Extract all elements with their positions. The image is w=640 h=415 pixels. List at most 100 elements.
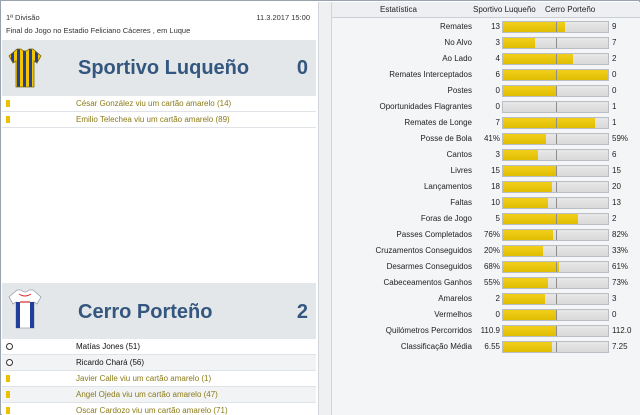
event-text: Ricardo Chará (56) [76,358,145,367]
event-text: Matías Jones (51) [76,342,141,351]
event-text: César González viu um cartão amarelo (14… [76,99,232,108]
match-description: Final do Jogo no Estadio Feliciano Cácer… [6,26,191,35]
stat-comparison-bar [502,229,609,241]
stat-bar-fill [503,86,556,96]
stat-row: Faltas 10 13 [332,195,640,211]
stat-label: Lançamentos [423,182,472,191]
stat-bar-midline [556,246,557,256]
stat-home-value: 0 [495,86,500,95]
stat-away-value: 3 [612,294,617,303]
stat-bar-fill [503,230,553,240]
stat-bar-midline [556,230,557,240]
stat-away-value: 73% [612,278,629,287]
stat-bar-fill [503,182,552,192]
stat-comparison-bar [502,117,609,129]
stat-comparison-bar [502,261,609,273]
away-team-header[interactable]: Cerro Porteño 2 [2,283,316,339]
stat-away-value: 33% [612,246,629,255]
stat-row: Vermelhos 0 0 [332,307,640,323]
stat-away-value: 2 [612,54,617,63]
stat-comparison-bar [502,293,609,305]
panel-splitter[interactable] [318,2,332,415]
stats-header-home[interactable]: Sportivo Luqueño [473,5,536,14]
stat-bar-midline [556,342,557,352]
yellow-card-icon [6,407,10,414]
stats-header-label: Estatística [380,5,417,14]
stat-bar-midline [556,70,557,80]
stat-label: Desarmes Conseguidos [386,262,472,271]
stat-bar-midline [556,310,557,320]
stat-bar-midline [556,134,557,144]
stat-row: Cabeceamentos Ganhos 55% 73% [332,275,640,291]
ball-icon [6,343,13,350]
stat-bar-fill [503,294,545,304]
stat-bar-midline [556,326,557,336]
match-date: 11.3.2017 15:00 [256,13,310,22]
stat-away-value: 13 [612,198,621,207]
yellow-card-icon [6,116,10,123]
ball-icon [6,359,13,366]
stat-away-value: 0 [612,310,617,319]
stat-label: Remates de Longe [404,118,472,127]
stat-comparison-bar [502,53,609,65]
stat-label: Postes [447,86,472,95]
stat-row: Remates de Longe 7 1 [332,115,640,131]
stat-row: Posse de Bola 41% 59% [332,131,640,147]
home-team-header[interactable]: Sportivo Luqueño 0 [2,40,316,96]
stat-bar-midline [556,22,557,32]
stat-home-value: 55% [483,278,500,287]
stat-away-value: 1 [612,102,617,111]
stat-home-value: 15 [491,166,500,175]
home-event-row: Emilio Telechea viu um cartão amarelo (8… [2,112,316,128]
stats-header: Estatística Sportivo Luqueño Cerro Porte… [332,2,640,18]
event-text: Oscar Cardozo viu um cartão amarelo (71) [76,406,228,415]
away-team-name[interactable]: Cerro Porteño [78,301,212,324]
stat-label: Remates Interceptados [389,70,472,79]
stat-home-value: 2 [495,294,500,303]
stats-header-away[interactable]: Cerro Porteño [545,5,595,14]
stat-bar-fill [503,54,573,64]
event-text: Javier Calle viu um cartão amarelo (1) [76,374,212,383]
stat-home-value: 13 [491,22,500,31]
stat-home-value: 76% [483,230,500,239]
stat-home-value: 0 [495,310,500,319]
match-report-window: 1ª Divisão 11.3.2017 15:00 Final do Jogo… [0,0,640,415]
stat-bar-midline [556,214,557,224]
stat-comparison-bar [502,133,609,145]
stat-bar-fill [503,246,543,256]
stat-row: Ao Lado 4 2 [332,51,640,67]
event-text: Angel Ojeda viu um cartão amarelo (47) [76,390,218,399]
stat-bar-midline [556,102,557,112]
stat-away-value: 82% [612,230,629,239]
stat-label: Cruzamentos Conseguidos [375,246,473,255]
home-shirt-icon [8,48,42,88]
stat-bar-midline [556,38,557,48]
stat-away-value: 6 [612,150,617,159]
stat-home-value: 110.9 [480,326,500,335]
stat-label: Faltas [450,198,472,207]
home-team-name[interactable]: Sportivo Luqueño [78,57,249,80]
stat-bar-fill [503,38,535,48]
away-event-row: Ricardo Chará (56) [2,355,316,371]
stat-bar-midline [556,166,557,176]
stat-home-value: 68% [483,262,500,271]
stat-row: Desarmes Conseguidos 68% 61% [332,259,640,275]
stat-bar-fill [503,326,556,336]
stat-home-value: 41% [483,134,500,143]
stat-away-value: 1 [612,118,617,127]
stat-label: Cantos [446,150,472,159]
stat-bar-midline [556,262,557,272]
stat-row: Amarelos 2 3 [332,291,640,307]
stat-home-value: 6 [495,70,500,79]
stat-bar-fill [503,150,538,160]
stat-label: Vermelhos [434,310,472,319]
stat-away-value: 20 [612,182,621,191]
stat-bar-midline [556,294,557,304]
stat-away-value: 2 [612,214,617,223]
away-team-score: 2 [296,301,308,323]
stat-away-value: 7.25 [612,342,628,351]
stat-away-value: 0 [612,86,617,95]
stat-home-value: 0 [495,102,500,111]
stat-row: Classificação Média 6.55 7.25 [332,339,640,355]
stat-row: Cruzamentos Conseguidos 20% 33% [332,243,640,259]
